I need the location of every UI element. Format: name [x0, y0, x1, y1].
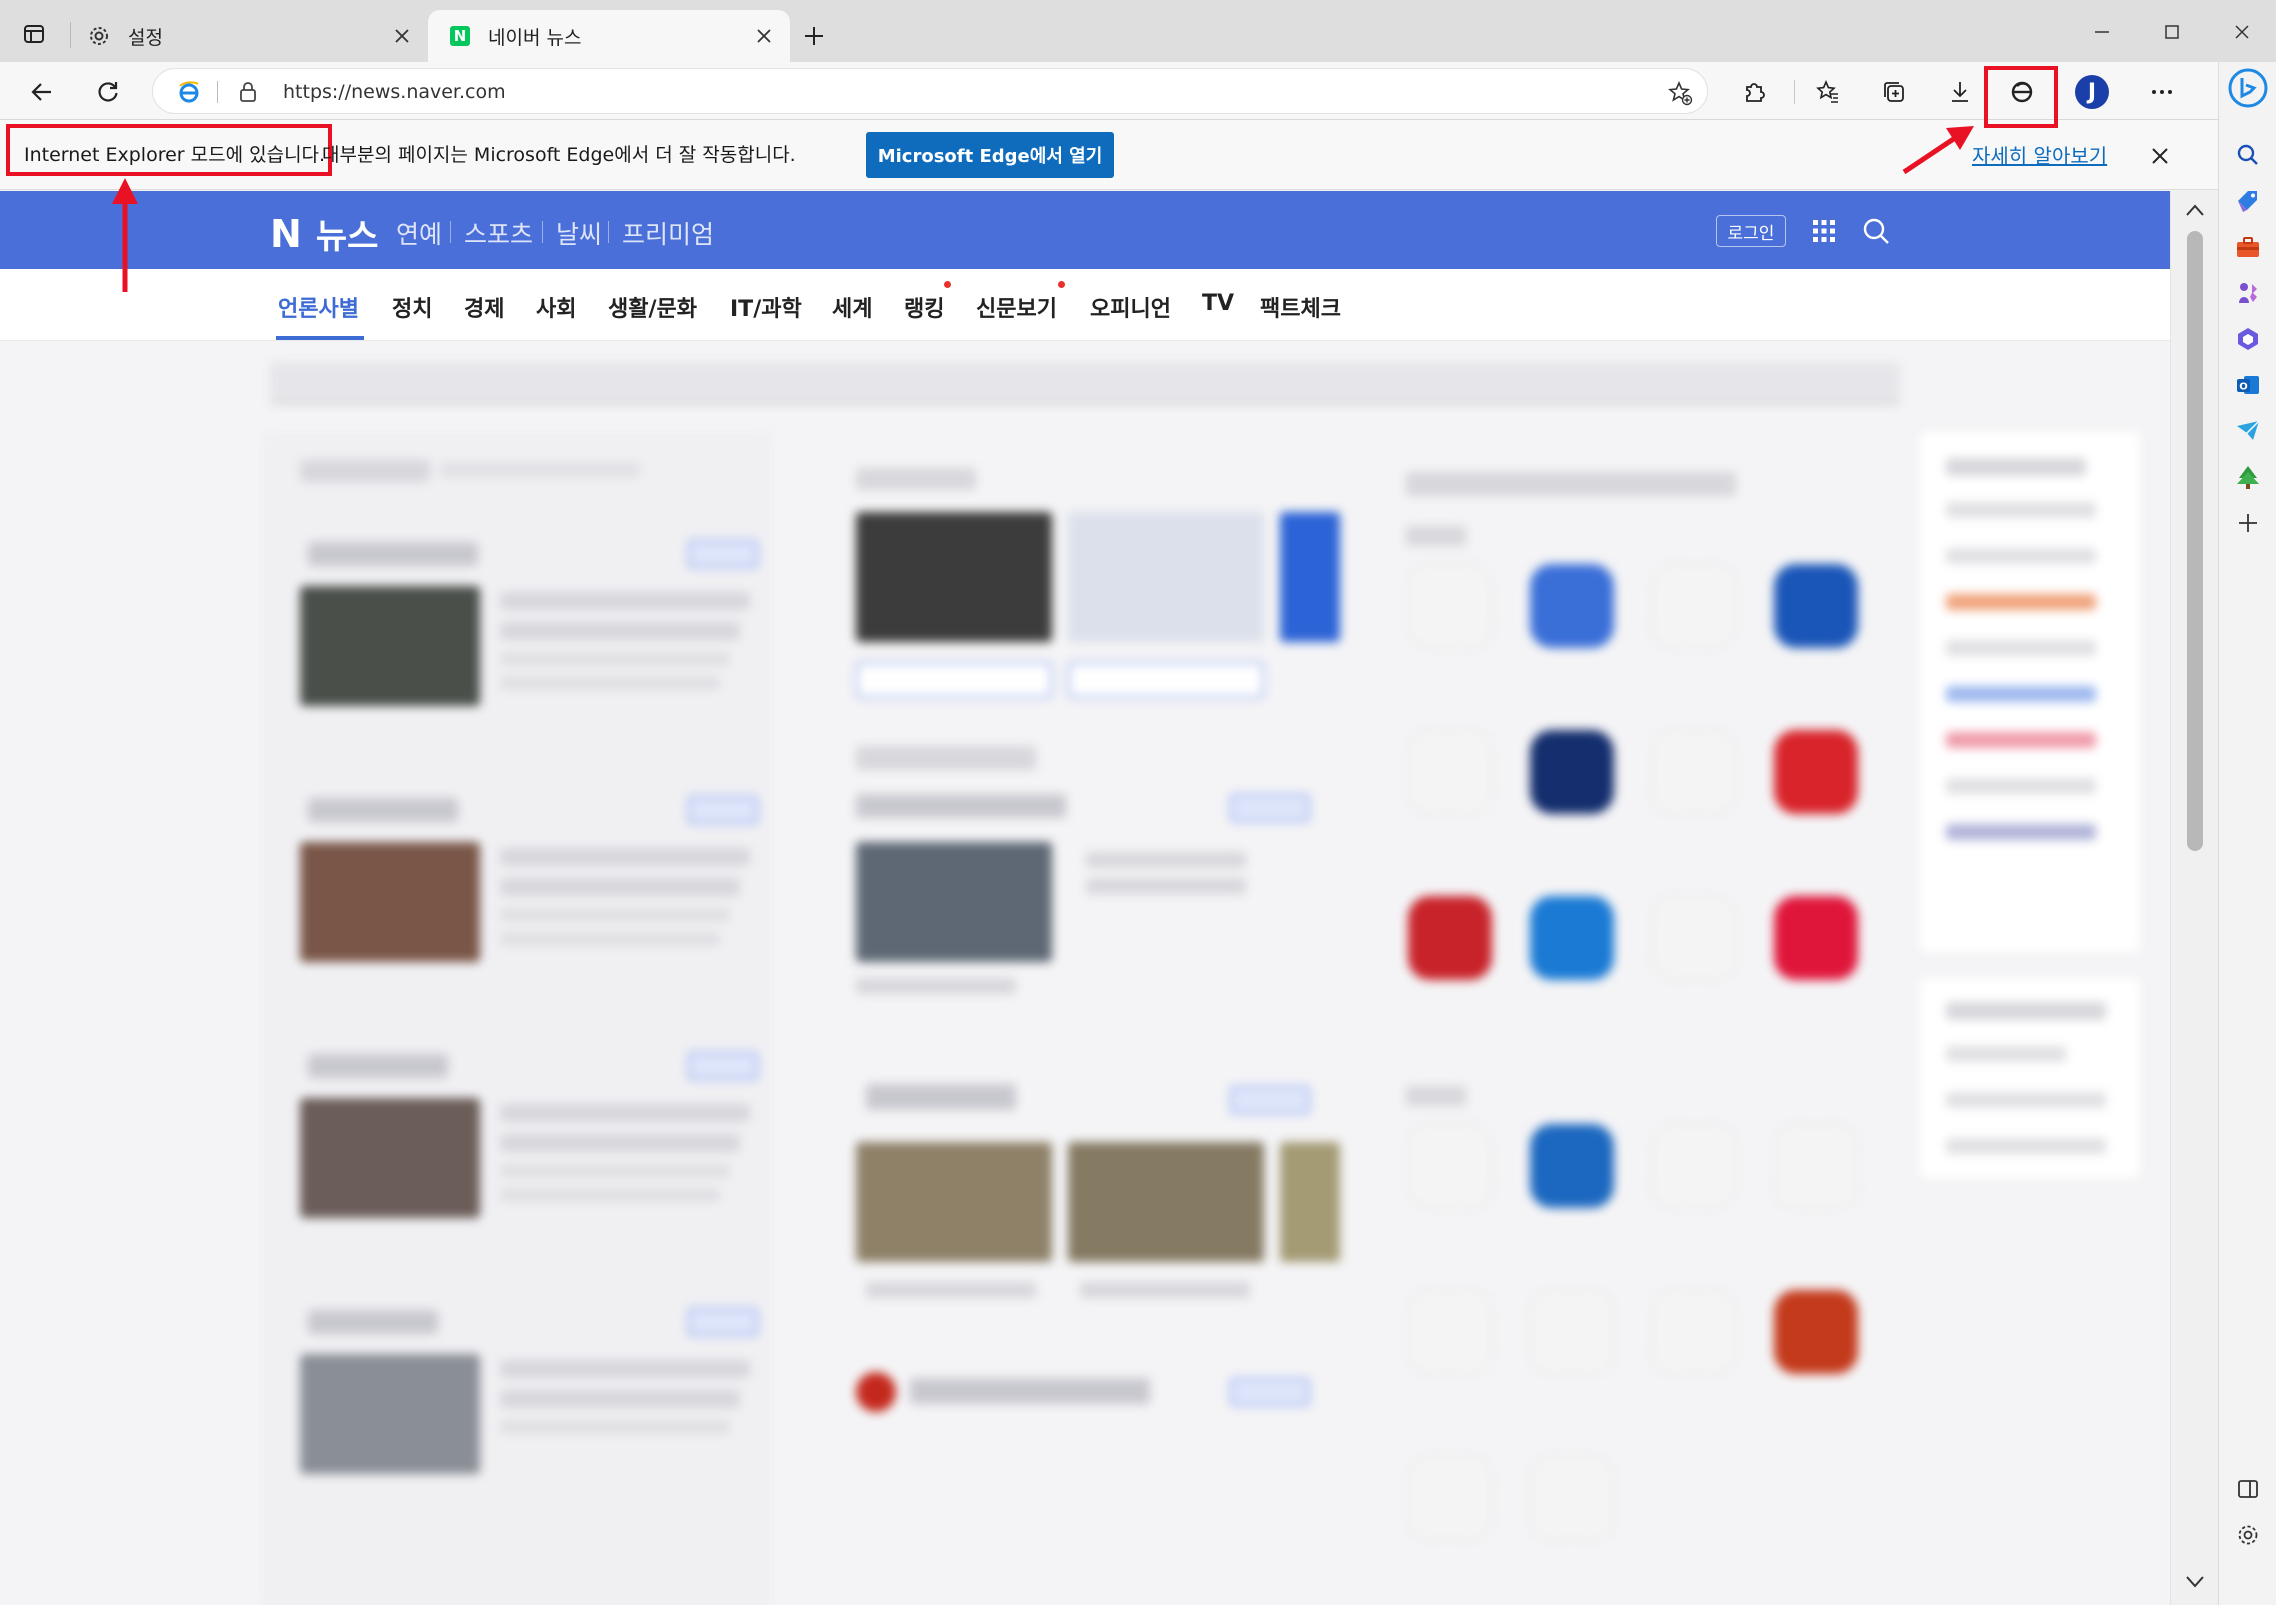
naver-header: N 뉴스 연예 스포츠 날씨 프리미엄 로그인 [0, 191, 2170, 269]
search-icon[interactable] [1862, 217, 1890, 245]
tab-settings[interactable]: 설정 [76, 10, 428, 62]
header-link-entertainment[interactable]: 연예 [396, 215, 442, 251]
profile-avatar[interactable]: J [2072, 72, 2112, 112]
nav-economy[interactable]: 경제 [464, 291, 504, 323]
lock-icon[interactable] [239, 81, 257, 103]
header-link-premium[interactable]: 프리미엄 [622, 215, 714, 251]
naver-category-nav: 언론사별 정치 경제 사회 생활/문화 IT/과학 세계 랭킹 신문보기 오피니… [0, 269, 2170, 341]
naver-favicon-icon: N [450, 26, 470, 46]
nav-press[interactable]: 언론사별 [278, 291, 359, 323]
nav-factcheck[interactable]: 팩트체크 [1260, 291, 1341, 323]
back-icon[interactable] [22, 72, 62, 112]
ranking-new-dot [944, 281, 951, 288]
nav-opinion[interactable]: 오피니언 [1090, 291, 1171, 323]
ie-mode-message: Internet Explorer 모드에 있습니다. [24, 144, 326, 166]
tab-naver-news[interactable]: N 네이버 뉴스 [428, 10, 790, 62]
svg-text:O: O [2239, 382, 2248, 393]
maximize-icon[interactable] [2154, 14, 2190, 50]
sidebar-toggle-icon[interactable] [2231, 1472, 2265, 1506]
ie-mode-hint: 대부분의 페이지는 Microsoft Edge에서 더 잘 작동합니다. [322, 144, 796, 166]
new-tab-icon[interactable] [796, 18, 832, 54]
close-tab-icon[interactable] [750, 22, 778, 50]
add-favorite-icon[interactable] [1667, 80, 1693, 106]
active-nav-underline [276, 336, 364, 340]
add-sidebar-app-icon[interactable] [2231, 506, 2265, 540]
more-menu-icon[interactable] [2142, 72, 2182, 112]
edge-sidebar: O [2218, 62, 2276, 1605]
naver-logo-text: 뉴스 [315, 217, 379, 257]
scroll-up-icon[interactable] [2185, 203, 2205, 217]
close-infobar-icon[interactable] [2140, 136, 2180, 176]
collections-icon[interactable] [1874, 72, 1914, 112]
ie-mode-infobar: Internet Explorer 모드에 있습니다. 대부분의 페이지는 Mi… [0, 120, 2218, 190]
ie-mode-icon[interactable] [177, 80, 201, 104]
microsoft365-icon[interactable] [2231, 322, 2265, 356]
nav-society[interactable]: 사회 [536, 291, 576, 323]
shopping-tag-icon[interactable] [2231, 184, 2265, 218]
newspaper-new-dot [1058, 281, 1065, 288]
naver-news-logo[interactable]: N 뉴스 [270, 209, 378, 258]
learn-more-link[interactable]: 자세히 알아보기 [1972, 140, 2107, 169]
minimize-icon[interactable] [2084, 14, 2120, 50]
scrollbar-thumb[interactable] [2187, 231, 2203, 851]
header-link-sports[interactable]: 스포츠 [464, 215, 533, 251]
close-tab-icon[interactable] [388, 22, 416, 50]
nav-ranking[interactable]: 랭킹 [904, 291, 944, 323]
bing-copilot-icon[interactable] [2228, 68, 2268, 108]
nav-tv[interactable]: TV [1202, 291, 1234, 316]
sidebar-settings-icon[interactable] [2231, 1518, 2265, 1552]
close-window-icon[interactable] [2224, 14, 2260, 50]
profile-initial: J [2075, 75, 2109, 109]
page-scrollbar[interactable] [2170, 191, 2218, 1605]
nav-newspaper[interactable]: 신문보기 [976, 291, 1057, 323]
header-link-weather[interactable]: 날씨 [556, 215, 602, 251]
games-icon[interactable] [2231, 276, 2265, 310]
tab-title: 네이버 뉴스 [488, 26, 582, 49]
favorites-icon[interactable] [1808, 72, 1848, 112]
open-in-edge-button[interactable]: Microsoft Edge에서 열기 [866, 132, 1114, 178]
apps-grid-icon[interactable] [1812, 219, 1836, 243]
tab-strip: 설정 N 네이버 뉴스 [0, 0, 2276, 62]
scroll-down-icon[interactable] [2185, 1575, 2205, 1589]
gear-icon [88, 25, 110, 47]
tab-title: 설정 [128, 26, 163, 49]
naver-logo-n: N [270, 211, 302, 256]
tree-icon[interactable] [2231, 460, 2265, 494]
web-page: N 뉴스 연예 스포츠 날씨 프리미엄 로그인 언론사별 정치 경제 사회 생활… [0, 191, 2170, 1605]
blurred-news-content [0, 342, 2170, 1605]
url-text[interactable]: https://news.naver.com [283, 81, 506, 103]
annotation-highlight-box [1984, 66, 2058, 128]
address-bar[interactable]: https://news.naver.com [152, 68, 1708, 114]
nav-world[interactable]: 세계 [832, 291, 872, 323]
send-drop-icon[interactable] [2231, 414, 2265, 448]
nav-politics[interactable]: 정치 [392, 291, 432, 323]
nav-life-culture[interactable]: 생활/문화 [608, 291, 697, 323]
browser-toolbar: https://news.naver.com J [0, 62, 2276, 120]
tab-actions-icon[interactable] [16, 16, 52, 52]
login-button[interactable]: 로그인 [1716, 215, 1786, 247]
refresh-icon[interactable] [88, 72, 128, 112]
tools-briefcase-icon[interactable] [2231, 230, 2265, 264]
extensions-icon[interactable] [1734, 72, 1774, 112]
outlook-icon[interactable]: O [2231, 368, 2265, 402]
downloads-icon[interactable] [1940, 72, 1980, 112]
search-icon[interactable] [2231, 138, 2265, 172]
nav-it-science[interactable]: IT/과학 [730, 291, 802, 323]
